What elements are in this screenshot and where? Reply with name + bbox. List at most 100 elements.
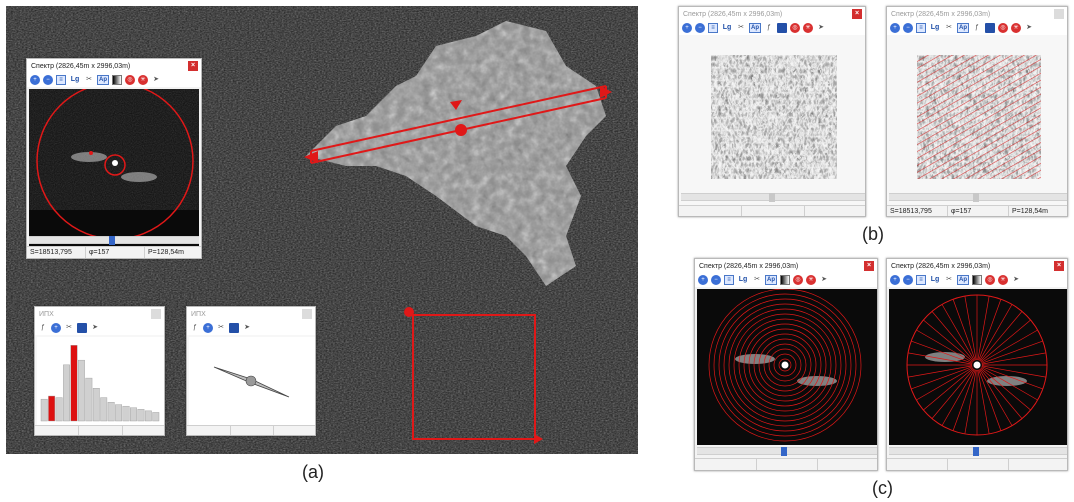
window-titlebar[interactable]: ИПХ ×	[187, 307, 315, 321]
histogram-bar[interactable]	[144, 410, 152, 422]
log-scale-button[interactable]: Lg	[737, 275, 749, 285]
polar-window[interactable]: ИПХ × ƒ + ✂ ➤	[186, 306, 316, 436]
histogram-bar[interactable]	[115, 404, 123, 422]
fit-icon[interactable]: ≡	[724, 275, 734, 285]
ap-button[interactable]: Ap	[749, 23, 761, 33]
window-titlebar[interactable]: Спектр (2826,45m x 2996,03m) ×	[679, 7, 865, 21]
slider-thumb[interactable]	[973, 193, 979, 202]
zoom-in-icon[interactable]: +	[30, 75, 40, 85]
spectrum-window-b2[interactable]: Спектр (2826,45m x 2996,03m) × + − ≡ Lg …	[886, 6, 1068, 217]
tools-icon[interactable]: ✂	[216, 323, 226, 333]
tools-icon[interactable]: ✂	[752, 275, 762, 285]
spectrum-slider[interactable]	[889, 447, 1067, 456]
spectrum-slider[interactable]	[889, 193, 1067, 202]
close-button[interactable]: ×	[1054, 9, 1064, 19]
histogram-bar-selected[interactable]	[48, 395, 56, 422]
pen-icon[interactable]: ƒ	[190, 323, 200, 333]
tools-icon[interactable]: ✂	[64, 323, 74, 333]
contrast-icon[interactable]	[780, 275, 790, 285]
histogram-window[interactable]: ИПХ × ƒ + ✂ ➤	[34, 306, 165, 436]
zoom-out-icon[interactable]: −	[43, 75, 53, 85]
histogram-bar[interactable]	[55, 397, 63, 422]
pointer-icon[interactable]: ➤	[1024, 23, 1034, 33]
sector-filter-icon[interactable]: ✳	[138, 75, 148, 85]
zoom-in-icon[interactable]: +	[698, 275, 708, 285]
window-titlebar[interactable]: Спектр (2826,45m x 2996,03m) ×	[695, 259, 877, 273]
histogram-bar[interactable]	[137, 409, 145, 422]
tools-icon[interactable]: ✂	[944, 23, 954, 33]
histogram-bar[interactable]	[77, 359, 85, 422]
zoom-icon[interactable]: +	[203, 323, 213, 333]
ring-filter-icon[interactable]: ◎	[125, 75, 135, 85]
spectrum-window-a[interactable]: Спектр (2826,45m x 2996,03m) × + − ≡ Lg …	[26, 58, 202, 259]
zoom-in-icon[interactable]: +	[890, 275, 900, 285]
pointer-icon[interactable]: ➤	[242, 323, 252, 333]
pointer-icon[interactable]: ➤	[90, 323, 100, 333]
zoom-in-icon[interactable]: +	[682, 23, 692, 33]
ring-filter-icon[interactable]: ◎	[985, 275, 995, 285]
histogram-bar[interactable]	[100, 397, 108, 422]
ring-filter-icon[interactable]: ◎	[998, 23, 1008, 33]
spectrum-window-c2[interactable]: Спектр (2826,45m x 2996,03m) × + − ≡ Lg …	[886, 258, 1068, 471]
window-titlebar[interactable]: Спектр (2826,45m x 2996,03m) ×	[887, 259, 1067, 273]
save-icon[interactable]	[77, 323, 87, 333]
close-button[interactable]: ×	[852, 9, 862, 19]
sector-spectrum-canvas[interactable]	[889, 289, 1067, 445]
tools-icon[interactable]: ✂	[736, 23, 746, 33]
sector-filter-icon[interactable]: ✳	[803, 23, 813, 33]
fit-icon[interactable]: ≡	[708, 23, 718, 33]
window-titlebar[interactable]: Спектр (2826,45m x 2996,03m) ×	[887, 7, 1067, 21]
sector-filter-icon[interactable]: ✳	[998, 275, 1008, 285]
spectrum-window-c1[interactable]: Спектр (2826,45m x 2996,03m) × + − ≡ Lg …	[694, 258, 878, 471]
log-scale-button[interactable]: Lg	[929, 275, 941, 285]
ap-button[interactable]: Ap	[957, 23, 969, 33]
close-button[interactable]: ×	[302, 309, 312, 319]
pen-icon[interactable]: ƒ	[972, 23, 982, 33]
histogram-bar[interactable]	[130, 407, 137, 422]
ring-spectrum-canvas[interactable]	[697, 288, 877, 445]
save-icon[interactable]	[777, 23, 787, 33]
sector-filter-icon[interactable]: ✳	[806, 275, 816, 285]
fit-icon[interactable]: ≡	[56, 75, 66, 85]
window-titlebar[interactable]: ИПХ ×	[35, 307, 164, 321]
pointer-icon[interactable]: ➤	[819, 275, 829, 285]
histogram-bar-selected[interactable]	[70, 345, 78, 422]
window-titlebar[interactable]: Спектр (2826,45m x 2996,03m) ×	[27, 59, 201, 73]
fit-icon[interactable]: ≡	[916, 23, 926, 33]
close-button[interactable]: ×	[1054, 261, 1064, 271]
histogram-bar[interactable]	[40, 398, 48, 422]
close-button[interactable]: ×	[188, 61, 198, 71]
pointer-icon[interactable]: ➤	[151, 75, 161, 85]
slider-thumb[interactable]	[769, 193, 775, 202]
zoom-out-icon[interactable]: −	[903, 23, 913, 33]
zoom-out-icon[interactable]: −	[903, 275, 913, 285]
ring-filter-icon[interactable]: ◎	[790, 23, 800, 33]
save-icon[interactable]	[229, 323, 239, 333]
ring-filter-icon[interactable]: ◎	[793, 275, 803, 285]
zoom-in-icon[interactable]: +	[890, 23, 900, 33]
histogram-bar[interactable]	[152, 412, 160, 422]
slider-thumb[interactable]	[781, 447, 787, 456]
spectrum-slider[interactable]	[29, 236, 199, 245]
sector-filter-icon[interactable]: ✳	[1011, 23, 1021, 33]
ap-button[interactable]: Ap	[97, 75, 109, 85]
close-button[interactable]: ×	[864, 261, 874, 271]
slider-thumb[interactable]	[973, 447, 979, 456]
spectrum-slider[interactable]	[697, 447, 877, 456]
log-scale-button[interactable]: Lg	[929, 23, 941, 33]
histogram-bar[interactable]	[122, 405, 130, 422]
zoom-out-icon[interactable]: −	[695, 23, 705, 33]
slider-thumb[interactable]	[109, 236, 115, 245]
pen-icon[interactable]: ƒ	[764, 23, 774, 33]
pen-icon[interactable]: ƒ	[38, 323, 48, 333]
tools-icon[interactable]: ✂	[944, 275, 954, 285]
fit-icon[interactable]: ≡	[916, 275, 926, 285]
tools-icon[interactable]: ✂	[84, 75, 94, 85]
close-button[interactable]: ×	[151, 309, 161, 319]
ap-button[interactable]: Ap	[765, 275, 777, 285]
save-icon[interactable]	[985, 23, 995, 33]
pointer-icon[interactable]: ➤	[1011, 275, 1021, 285]
log-scale-button[interactable]: Lg	[721, 23, 733, 33]
zoom-icon[interactable]: +	[51, 323, 61, 333]
contrast-icon[interactable]	[112, 75, 122, 85]
